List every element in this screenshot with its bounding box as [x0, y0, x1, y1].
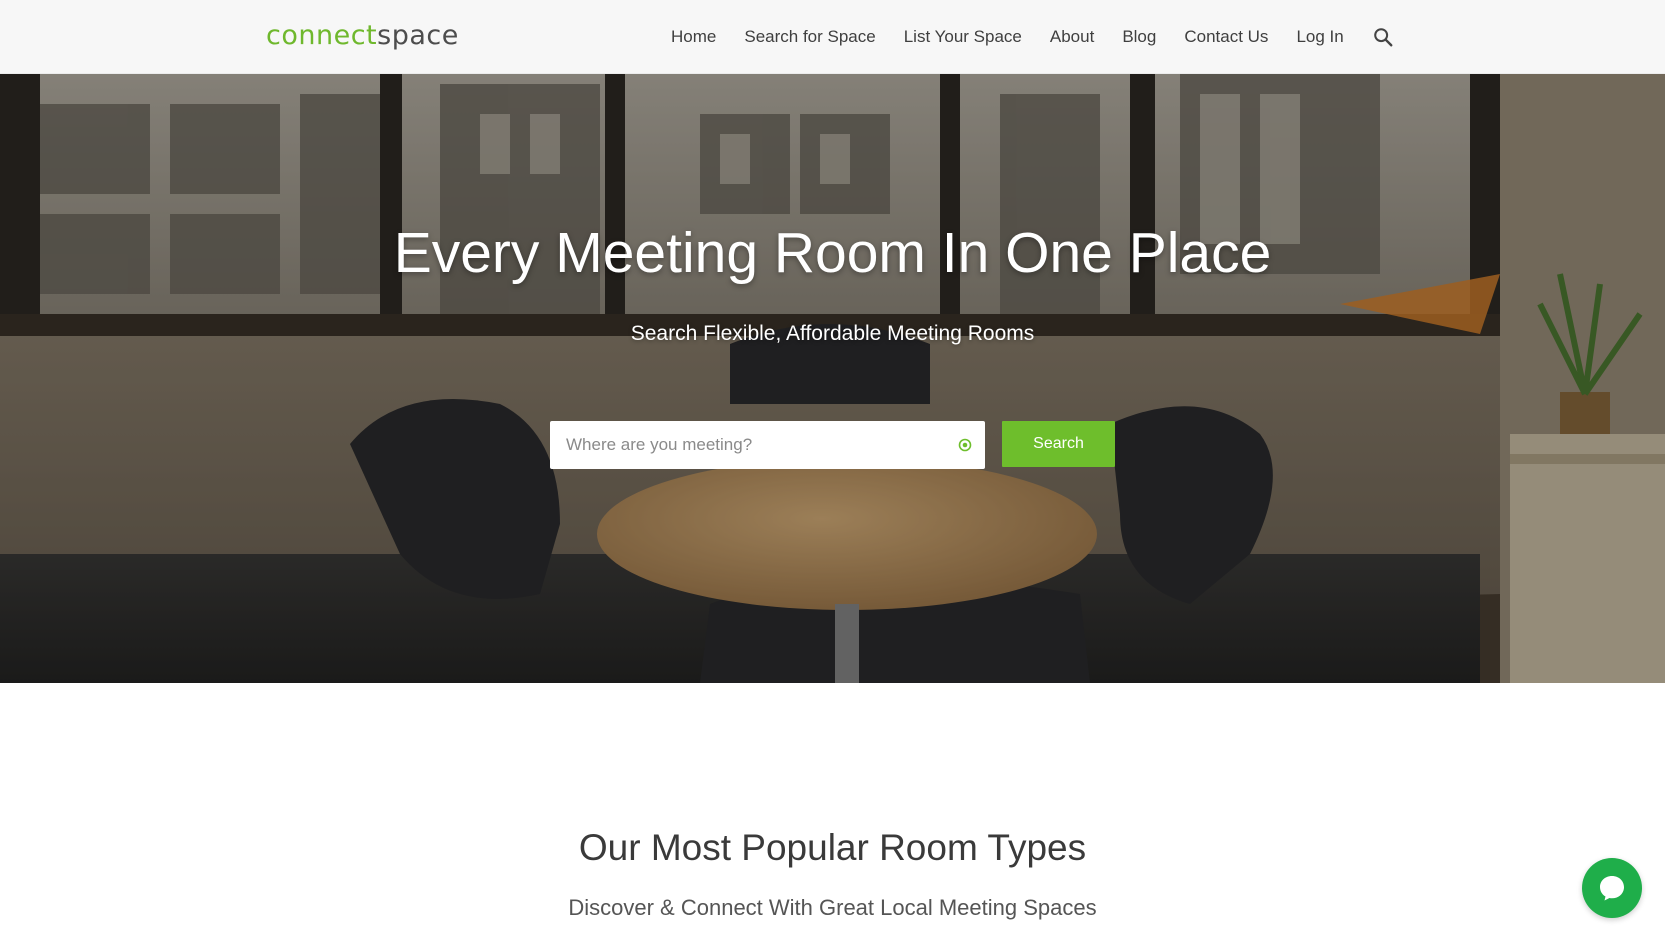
search-button[interactable]: Search [1002, 421, 1115, 467]
nav-blog[interactable]: Blog [1122, 22, 1156, 52]
main-nav: Home Search for Space List Your Space Ab… [671, 22, 1394, 52]
nav-search-for-space[interactable]: Search for Space [744, 22, 875, 52]
nav-contact-us[interactable]: Contact Us [1184, 22, 1268, 52]
hero-title: Every Meeting Room In One Place [393, 221, 1272, 285]
logo-text-space: space [377, 20, 459, 51]
crosshair-icon[interactable] [957, 437, 973, 453]
search-icon[interactable] [1372, 26, 1394, 48]
location-search-box [550, 421, 985, 469]
site-logo[interactable]: connect space [266, 16, 459, 56]
hero-subtitle: Search Flexible, Affordable Meeting Room… [630, 322, 1035, 345]
chat-bubble-icon [1600, 876, 1624, 901]
hero-background-image [0, 74, 1665, 683]
nav-about[interactable]: About [1050, 22, 1094, 52]
nav-log-in[interactable]: Log In [1296, 22, 1343, 52]
hero-section: Every Meeting Room In One Place Search F… [0, 74, 1665, 683]
location-search-input[interactable] [550, 422, 940, 468]
logo-text-connect: connect [266, 20, 378, 51]
site-header: connect space Home Search for Space List … [0, 0, 1665, 74]
chat-widget-button[interactable] [1582, 858, 1642, 918]
nav-home[interactable]: Home [671, 22, 716, 52]
nav-list-your-space[interactable]: List Your Space [904, 22, 1022, 52]
section-title-popular-room-types: Our Most Popular Room Types [578, 827, 1087, 868]
section-subtitle: Discover & Connect With Great Local Meet… [568, 895, 1097, 920]
